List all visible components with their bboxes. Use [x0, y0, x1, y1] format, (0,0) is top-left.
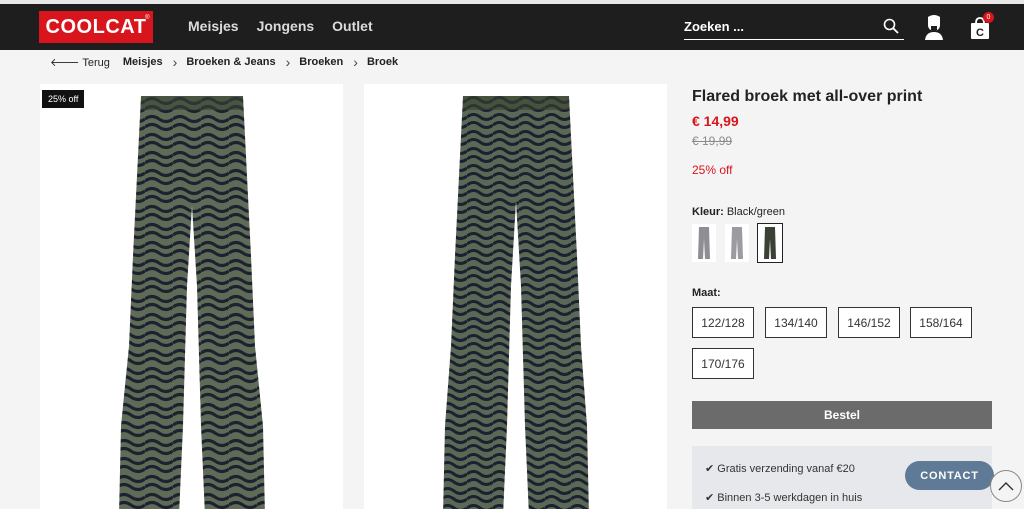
back-label: Terug	[82, 57, 110, 69]
breadcrumb-broeken[interactable]: Broeken	[299, 56, 343, 68]
nav-outlet[interactable]: Outlet	[332, 18, 372, 34]
color-swatches	[692, 223, 783, 263]
size-label: Maat:	[692, 287, 721, 299]
size-option-170-176[interactable]: 170/176	[692, 348, 754, 379]
chevron-right-icon: ›	[172, 53, 178, 70]
arrow-left-icon: 🡐	[50, 57, 83, 69]
breadcrumb-meisjes[interactable]: Meisjes	[123, 56, 163, 68]
product-title: Flared broek met all-over print	[692, 88, 923, 105]
sale-price: € 14,99	[692, 113, 739, 129]
swatch-grey-2[interactable]	[725, 224, 749, 262]
search-input[interactable]: Zoeken ...	[684, 16, 904, 40]
main-nav: Meisjes Jongens Outlet	[188, 18, 373, 34]
discount-badge: 25% off	[42, 90, 85, 108]
original-price: € 19,99	[692, 134, 733, 148]
account-icon[interactable]	[924, 14, 944, 45]
color-label: Kleur: Black/green	[692, 206, 785, 218]
top-header: COOLCAT ® Meisjes Jongens Outlet Zoeken …	[0, 0, 1024, 50]
color-value: Black/green	[726, 206, 785, 218]
size-option-122-128[interactable]: 122/128	[692, 307, 754, 338]
size-option-146-152[interactable]: 146/152	[838, 307, 900, 338]
logo-mark: ®	[145, 15, 150, 21]
pants-front-image	[118, 96, 265, 509]
usp-delivery-time: ✔ Binnen 3-5 werkdagen in huis	[705, 492, 863, 504]
usp-free-shipping: ✔ Gratis verzending vanaf €20	[705, 463, 855, 475]
color-label-key: Kleur:	[692, 206, 724, 218]
coolcat-logo[interactable]: COOLCAT ®	[39, 11, 153, 43]
chevron-right-icon: ›	[353, 53, 358, 70]
cart-letter: C	[976, 27, 984, 39]
size-option-134-140[interactable]: 134/140	[765, 307, 827, 338]
product-image-back[interactable]	[364, 84, 667, 509]
search-placeholder: Zoeken ...	[684, 19, 744, 34]
scroll-to-top-button[interactable]	[990, 470, 1022, 502]
search-icon[interactable]	[883, 18, 899, 39]
nav-jongens[interactable]: Jongens	[257, 18, 315, 34]
discount-text: 25% off	[692, 163, 733, 177]
order-button[interactable]: Bestel	[692, 401, 992, 429]
contact-button[interactable]: CONTACT	[905, 461, 994, 490]
back-link[interactable]: 🡐 Terug	[50, 55, 110, 69]
pants-back-image	[442, 96, 589, 509]
breadcrumb-broeken-jeans[interactable]: Broeken & Jeans	[186, 56, 275, 68]
chevron-right-icon: ›	[285, 53, 291, 70]
breadcrumb-broek[interactable]: Broek	[367, 56, 398, 68]
cart-count-badge: 0	[983, 12, 994, 23]
swatch-grey-1[interactable]	[692, 224, 716, 262]
size-option-158-164[interactable]: 158/164	[910, 307, 972, 338]
swatch-black-green[interactable]	[757, 223, 783, 263]
nav-meisjes[interactable]: Meisjes	[188, 18, 239, 34]
product-image-front[interactable]: 25% off	[40, 84, 343, 509]
logo-text: COOLCAT	[45, 15, 147, 38]
chevron-up-icon	[998, 482, 1014, 491]
breadcrumb: 🡐 Terug Meisjes › Broeken & Jeans › Broe…	[50, 53, 398, 70]
